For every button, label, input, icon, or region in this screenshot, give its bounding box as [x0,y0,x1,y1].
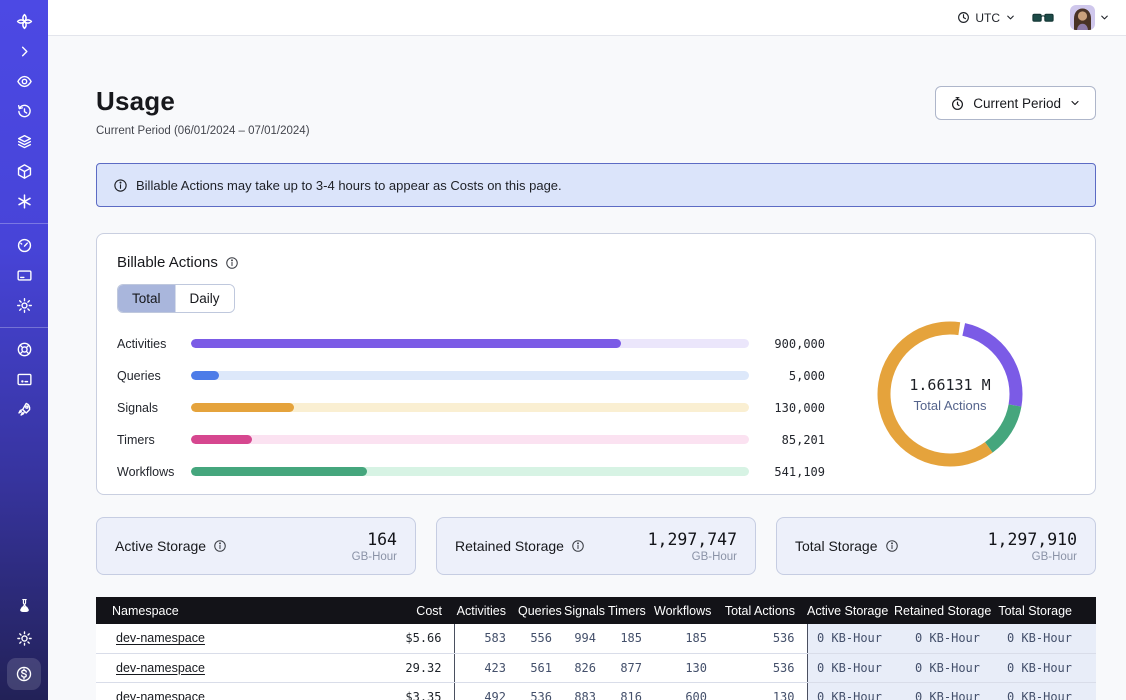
clock-icon [957,11,970,24]
table-header-row: Namespace Cost Activities Queries Signal… [96,597,1096,624]
active-storage-card: Active Storage 164 GB-Hour [96,517,416,575]
sidebar-divider [0,223,48,224]
support-lifebuoy-icon[interactable] [0,336,48,363]
info-icon[interactable] [213,539,227,553]
page-title: Usage [96,86,310,117]
main-content: Usage Current Period (06/01/2024 – 07/01… [48,36,1126,700]
billing-card-icon[interactable] [0,262,48,289]
retained-storage-unit: GB-Hour [648,551,737,563]
bar-row-queries: Queries 5,000 [117,367,825,384]
namespace-link[interactable]: dev-namespace [116,631,205,645]
info-icon [113,178,128,193]
info-banner: Billable Actions may take up to 3-4 hour… [96,163,1096,207]
table-row: dev-namespace $3.35 492 536 883 816 600 … [96,682,1096,700]
glasses-icon[interactable] [1032,11,1054,25]
bar-row-workflows: Workflows 541,109 [117,463,825,480]
total-storage-unit: GB-Hour [988,551,1077,563]
asterisk-icon[interactable] [0,188,48,215]
cube-icon[interactable] [0,158,48,185]
billable-actions-card: Billable Actions Total Daily Activities … [96,233,1096,495]
settings-gear-icon[interactable] [0,292,48,319]
active-storage-value: 164 [352,530,397,549]
chevron-down-icon [1005,12,1016,23]
banner-text: Billable Actions may take up to 3-4 hour… [136,178,562,193]
lab-flask-icon[interactable] [0,592,48,619]
stopwatch-icon [950,96,965,111]
layers-icon[interactable] [0,128,48,155]
bar-track [191,435,749,444]
account-menu[interactable] [1070,5,1110,30]
total-storage-card: Total Storage 1,297,910 GB-Hour [776,517,1096,575]
bar-fill [191,339,621,348]
collapse-chevron-right-icon[interactable] [0,38,48,65]
storage-cards: Active Storage 164 GB-Hour Retained Stor… [96,517,1096,575]
theme-sun-icon[interactable] [0,625,48,652]
bar-row-signals: Signals 130,000 [117,399,825,416]
sidebar [0,0,48,700]
bar-fill [191,403,294,412]
bar-fill [191,435,252,444]
namespace-usage-table: Namespace Cost Activities Queries Signal… [96,597,1096,700]
timezone-selector[interactable]: UTC [957,11,1016,25]
bar-row-activities: Activities 900,000 [117,335,825,352]
bar-track [191,403,749,412]
total-actions-donut: 1.66131 M Total Actions [825,321,1075,467]
temporal-logo-icon[interactable] [0,8,48,35]
info-icon[interactable] [225,256,239,270]
namespace-link[interactable]: dev-namespace [116,661,205,675]
sidebar-divider [0,327,48,328]
chevron-down-icon [1069,97,1081,109]
total-storage-value: 1,297,910 [988,530,1077,549]
history-clock-icon[interactable] [0,98,48,125]
tab-daily[interactable]: Daily [175,285,234,312]
donut-total-label: Total Actions [914,398,987,413]
table-row: dev-namespace $5.66 583 556 994 185 185 … [96,624,1096,653]
retained-storage-card: Retained Storage 1,297,747 GB-Hour [436,517,756,575]
usage-gauge-icon[interactable] [0,232,48,259]
usd-coin-icon[interactable] [7,658,41,690]
info-icon[interactable] [571,539,585,553]
current-period-subtitle: Current Period (06/01/2024 – 07/01/2024) [96,125,310,137]
period-dropdown-button[interactable]: Current Period [935,86,1096,120]
info-icon[interactable] [885,539,899,553]
billable-actions-chart: Activities 900,000 Queries 5,000 Signals… [117,329,1075,480]
tab-total[interactable]: Total [118,285,175,312]
donut-total-value: 1.66131 M [909,376,990,394]
table-row: dev-namespace 29.32 423 561 826 877 130 … [96,653,1096,682]
timezone-label: UTC [975,11,1000,25]
bar-fill [191,371,219,380]
getting-started-rocket-icon[interactable] [0,396,48,423]
namespace-link[interactable]: dev-namespace [116,690,205,700]
bar-track [191,467,749,476]
bar-fill [191,467,367,476]
billable-actions-title: Billable Actions [117,254,218,271]
bar-row-timers: Timers 85,201 [117,431,825,448]
retained-storage-value: 1,297,747 [648,530,737,549]
bar-track [191,339,749,348]
avatar [1070,5,1095,30]
bar-track [191,371,749,380]
topbar: UTC [48,0,1126,36]
active-storage-unit: GB-Hour [352,551,397,563]
chevron-down-icon [1099,12,1110,23]
chart-mode-tabs: Total Daily [117,284,235,313]
namespaces-eye-icon[interactable] [0,68,48,95]
console-terminal-icon[interactable] [0,366,48,393]
